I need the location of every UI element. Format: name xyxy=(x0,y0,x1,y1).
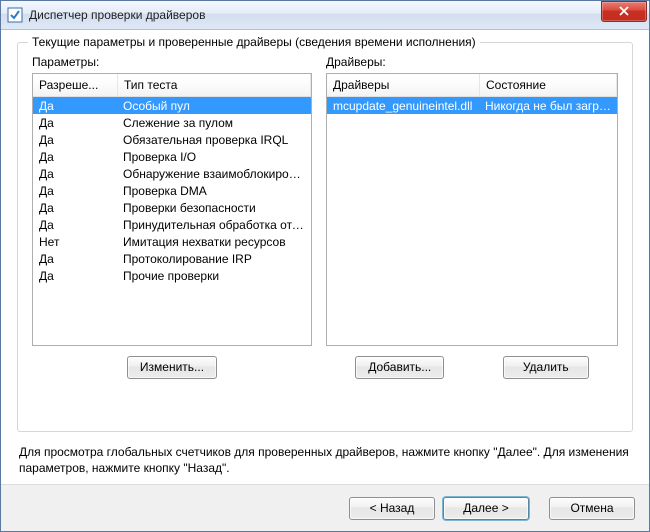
table-row[interactable]: ДаОбязательная проверка IRQL xyxy=(33,131,311,148)
parameters-buttons: Изменить... xyxy=(32,356,312,379)
app-icon xyxy=(7,7,23,23)
parameters-header: Разреше... Тип теста xyxy=(33,74,311,97)
drivers-pane: Драйверы: Драйверы Состояние mcupdate_ge… xyxy=(326,55,618,379)
cell-test: Обязательная проверка IRQL xyxy=(117,133,311,147)
drivers-body: mcupdate_genuineintel.dllНикогда не был … xyxy=(327,97,617,345)
table-row[interactable]: ДаПроверка I/O xyxy=(33,148,311,165)
cell-enabled: Да xyxy=(33,184,117,198)
window: Диспетчер проверки драйверов Текущие пар… xyxy=(0,0,650,532)
table-row[interactable]: ДаПрочие проверки xyxy=(33,267,311,284)
drivers-buttons: Добавить... Удалить xyxy=(326,356,618,379)
cell-test: Протоколирование IRP xyxy=(117,252,311,266)
back-button[interactable]: < Назад xyxy=(349,497,435,520)
cell-enabled: Да xyxy=(33,252,117,266)
close-icon xyxy=(618,6,630,16)
cell-enabled: Да xyxy=(33,201,117,215)
drivers-header: Драйверы Состояние xyxy=(327,74,617,97)
table-row[interactable]: НетИмитация нехватки ресурсов xyxy=(33,233,311,250)
add-button[interactable]: Добавить... xyxy=(355,356,444,379)
parameters-body: ДаОсобый пулДаСлежение за пуломДаОбязате… xyxy=(33,97,311,345)
cell-test: Имитация нехватки ресурсов xyxy=(117,235,311,249)
table-row[interactable]: ДаОбнаружение взаимоблокировок xyxy=(33,165,311,182)
window-title: Диспетчер проверки драйверов xyxy=(29,8,601,22)
cell-test: Слежение за пулом xyxy=(117,116,311,130)
wizard-footer: < Назад Далее > Отмена xyxy=(1,484,649,531)
table-row[interactable]: ДаОсобый пул xyxy=(33,97,311,114)
col-test[interactable]: Тип теста xyxy=(118,74,311,96)
columns: Параметры: Разреше... Тип теста ДаОсобый… xyxy=(32,55,618,379)
table-row[interactable]: ДаПроверка DMA xyxy=(33,182,311,199)
table-row[interactable]: ДаСлежение за пулом xyxy=(33,114,311,131)
cell-enabled: Да xyxy=(33,99,117,113)
parameters-listview[interactable]: Разреше... Тип теста ДаОсобый пулДаСлеже… xyxy=(32,73,312,346)
close-button[interactable] xyxy=(601,1,647,22)
parameters-pane: Параметры: Разреше... Тип теста ДаОсобый… xyxy=(32,55,312,379)
col-driver[interactable]: Драйверы xyxy=(327,74,480,96)
cell-enabled: Да xyxy=(33,218,117,232)
group-heading: Текущие параметры и проверенные драйверы… xyxy=(28,35,480,49)
drivers-listview[interactable]: Драйверы Состояние mcupdate_genuineintel… xyxy=(326,73,618,346)
helper-text: Для просмотра глобальных счетчиков для п… xyxy=(19,444,631,476)
cell-enabled: Да xyxy=(33,167,117,181)
cell-enabled: Да xyxy=(33,116,117,130)
remove-button[interactable]: Удалить xyxy=(503,356,589,379)
cell-test: Принудительная обработка отложен... xyxy=(117,218,311,232)
cell-enabled: Да xyxy=(33,133,117,147)
cell-test: Особый пул xyxy=(117,99,311,113)
cell-test: Проверка I/O xyxy=(117,150,311,164)
table-row[interactable]: mcupdate_genuineintel.dllНикогда не был … xyxy=(327,97,617,114)
change-button[interactable]: Изменить... xyxy=(127,356,217,379)
col-state[interactable]: Состояние xyxy=(480,74,617,96)
cell-test: Проверка DMA xyxy=(117,184,311,198)
cell-enabled: Да xyxy=(33,150,117,164)
cell-test: Проверки безопасности xyxy=(117,201,311,215)
next-button[interactable]: Далее > xyxy=(443,497,529,520)
client-area: Текущие параметры и проверенные драйверы… xyxy=(1,30,649,484)
table-row[interactable]: ДаПроверки безопасности xyxy=(33,199,311,216)
parameters-label: Параметры: xyxy=(32,55,312,69)
table-row[interactable]: ДаПринудительная обработка отложен... xyxy=(33,216,311,233)
col-enabled[interactable]: Разреше... xyxy=(33,74,118,96)
settings-groupbox: Текущие параметры и проверенные драйверы… xyxy=(17,42,633,432)
cell-enabled: Да xyxy=(33,269,117,283)
table-row[interactable]: ДаПротоколирование IRP xyxy=(33,250,311,267)
cell-test: Прочие проверки xyxy=(117,269,311,283)
titlebar: Диспетчер проверки драйверов xyxy=(1,1,649,30)
cell-state: Никогда не был загру... xyxy=(479,99,617,113)
cell-driver: mcupdate_genuineintel.dll xyxy=(327,99,479,113)
cancel-button[interactable]: Отмена xyxy=(549,497,635,520)
cell-test: Обнаружение взаимоблокировок xyxy=(117,167,311,181)
drivers-label: Драйверы: xyxy=(326,55,618,69)
cell-enabled: Нет xyxy=(33,235,117,249)
